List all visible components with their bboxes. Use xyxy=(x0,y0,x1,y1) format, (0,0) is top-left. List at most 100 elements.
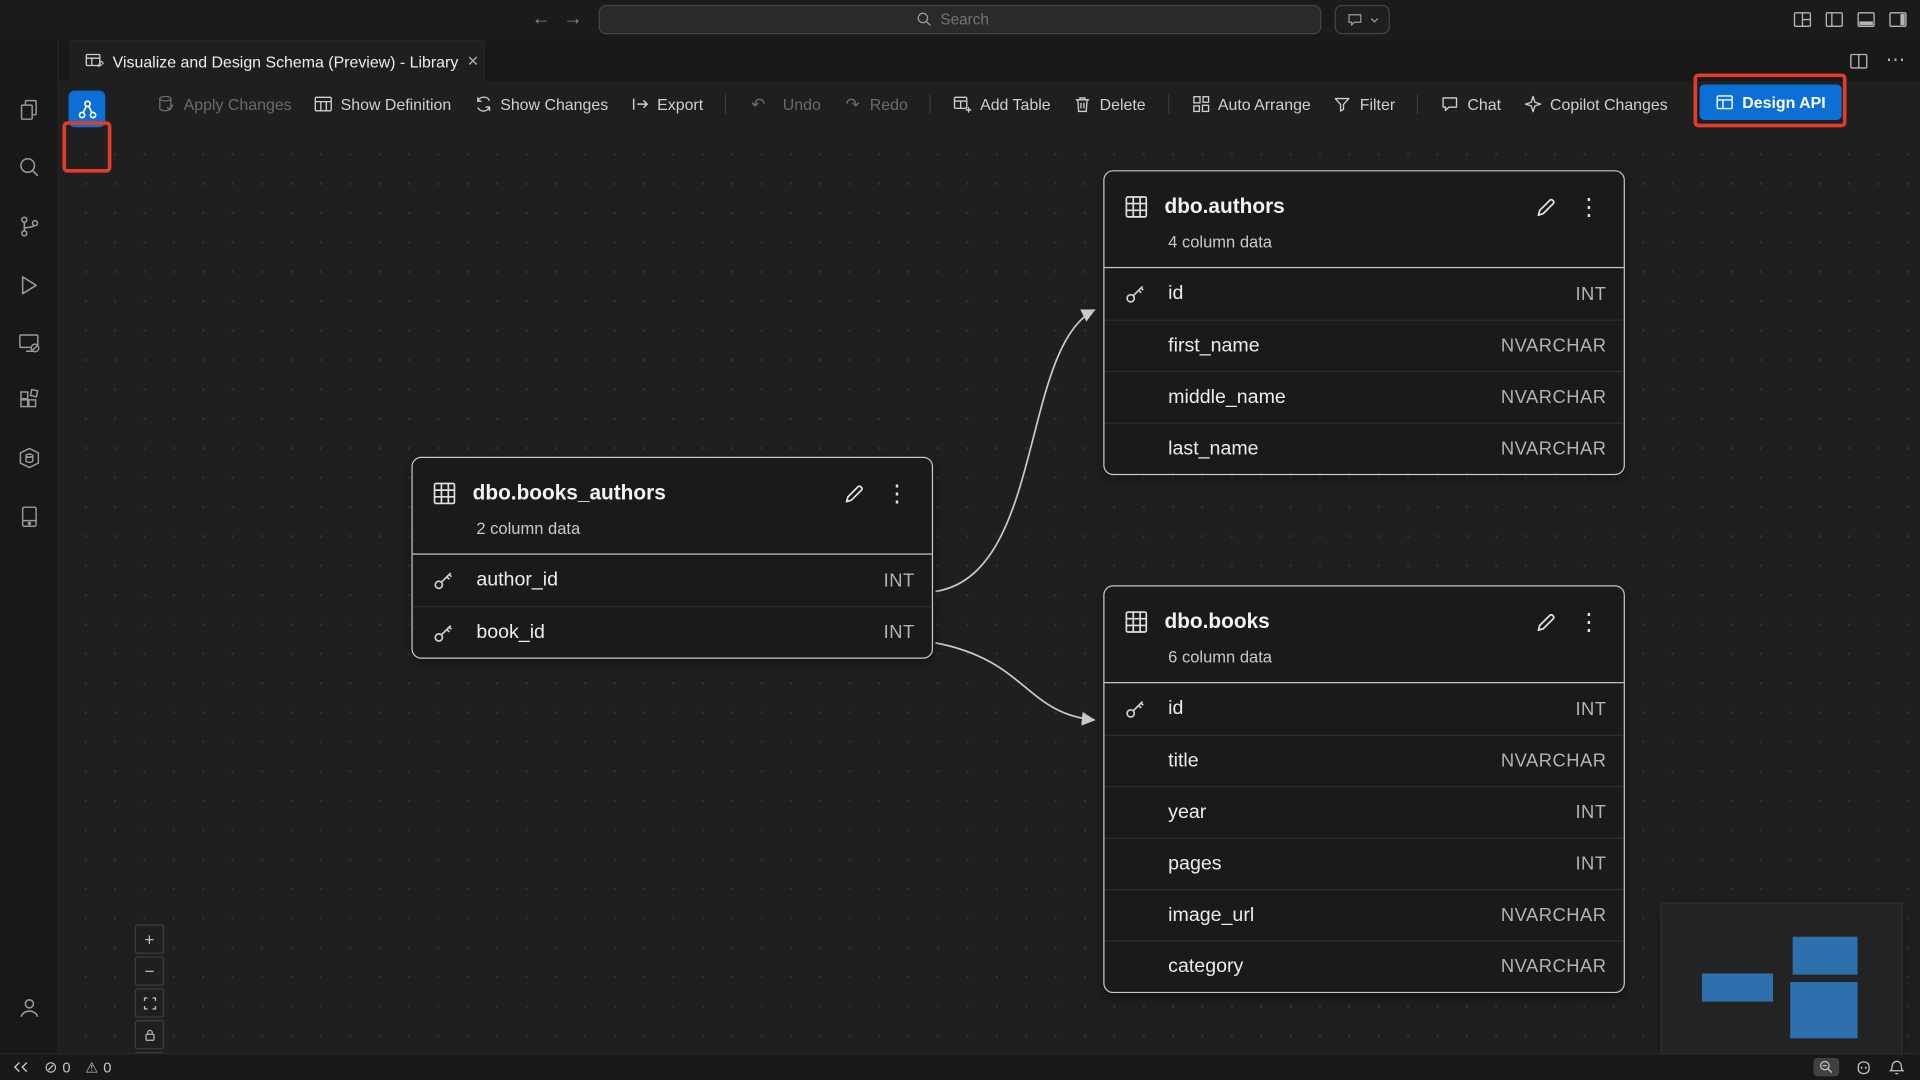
table-icon xyxy=(1124,610,1148,634)
zoom-in-button[interactable]: + xyxy=(135,924,164,953)
key-icon xyxy=(432,621,476,643)
column-row[interactable]: author_id INT xyxy=(413,555,932,606)
vscode-window: ← → xyxy=(0,0,1920,1080)
extensions-icon[interactable] xyxy=(13,384,45,416)
tab-bar-actions: ⋯ xyxy=(1849,40,1905,80)
status-right xyxy=(1813,1058,1920,1076)
toggle-primary-sidebar-icon[interactable] xyxy=(1824,10,1844,30)
column-type: INT xyxy=(884,622,915,643)
column-row[interactable]: pages INT xyxy=(1104,838,1623,889)
table-menu-icon[interactable]: ⋮ xyxy=(1573,195,1604,218)
column-name: year xyxy=(1168,801,1575,823)
key-icon xyxy=(432,569,476,591)
tab-schema-designer[interactable]: Visualize and Design Schema (Preview) - … xyxy=(69,40,485,80)
toggle-panel-icon[interactable] xyxy=(1856,10,1876,30)
column-name: book_id xyxy=(476,621,883,643)
column-type: INT xyxy=(884,570,915,591)
column-list: author_id INT book_id INT xyxy=(413,555,932,658)
schema-designer-icon xyxy=(84,51,104,71)
column-row[interactable]: id INT xyxy=(1104,683,1623,734)
table-node-authors[interactable]: dbo.authors ⋮ 4 column data id INT first… xyxy=(1103,170,1625,475)
source-control-icon[interactable] xyxy=(13,211,45,243)
copilot-status-icon[interactable] xyxy=(1854,1059,1874,1076)
search-input[interactable] xyxy=(940,11,1004,28)
column-type: INT xyxy=(1575,699,1606,720)
accounts-icon[interactable] xyxy=(13,992,45,1024)
tab-label: Visualize and Design Schema (Preview) - … xyxy=(113,52,459,70)
command-center-search[interactable] xyxy=(599,5,1321,34)
column-row[interactable]: image_url NVARCHAR xyxy=(1104,889,1623,940)
minimap-node-books-authors xyxy=(1702,973,1773,1001)
run-debug-icon[interactable] xyxy=(13,269,45,301)
warnings-indicator[interactable]: ⚠ 0 xyxy=(85,1059,111,1076)
database-projects-icon[interactable] xyxy=(13,442,45,474)
column-row[interactable]: year INT xyxy=(1104,786,1623,837)
schema-explorer-icon[interactable] xyxy=(13,501,45,533)
column-name: id xyxy=(1168,698,1575,720)
column-row[interactable]: id INT xyxy=(1104,268,1623,319)
column-name: title xyxy=(1168,750,1501,772)
forward-icon[interactable]: → xyxy=(558,5,587,34)
edit-table-icon[interactable] xyxy=(1534,195,1557,218)
table-icon xyxy=(1124,195,1148,219)
column-name: middle_name xyxy=(1168,386,1501,408)
minimap-node-books xyxy=(1790,982,1857,1038)
column-row[interactable]: book_id INT xyxy=(413,606,932,657)
activity-bar xyxy=(0,40,59,1053)
remote-window-icon[interactable] xyxy=(12,1059,29,1075)
table-node-books[interactable]: dbo.books ⋮ 6 column data id INT title N… xyxy=(1103,585,1625,993)
toggle-secondary-sidebar-icon[interactable] xyxy=(1888,10,1908,30)
warning-count: 0 xyxy=(103,1059,111,1076)
split-editor-icon[interactable] xyxy=(1849,51,1869,71)
column-type: NVARCHAR xyxy=(1501,956,1607,977)
wire-books-authors-to-books xyxy=(936,643,1095,720)
errors-indicator[interactable]: ⊘ 0 xyxy=(44,1059,70,1076)
warning-icon: ⚠ xyxy=(85,1060,98,1075)
search-icon xyxy=(916,11,933,28)
zoom-out-button[interactable]: − xyxy=(135,956,164,985)
edit-table-icon[interactable] xyxy=(1534,610,1557,633)
column-row[interactable]: middle_name NVARCHAR xyxy=(1104,371,1623,422)
edit-table-icon[interactable] xyxy=(842,482,865,505)
tab-close-icon[interactable]: ✕ xyxy=(467,50,479,72)
diagram-canvas[interactable]: dbo.books_authors ⋮ 2 column data author… xyxy=(59,127,1920,1053)
table-name: dbo.authors xyxy=(1164,195,1518,219)
table-menu-icon[interactable]: ⋮ xyxy=(882,482,913,505)
search-sidebar-icon[interactable] xyxy=(13,152,45,184)
customize-layout-icon[interactable] xyxy=(1793,10,1813,30)
notifications-bell-icon[interactable] xyxy=(1888,1059,1905,1076)
status-bar: ⊘ 0 ⚠ 0 xyxy=(0,1053,1920,1080)
error-icon: ⊘ xyxy=(44,1059,57,1075)
wire-books-authors-to-authors xyxy=(936,310,1095,592)
column-type: NVARCHAR xyxy=(1501,387,1607,408)
column-type: NVARCHAR xyxy=(1501,751,1607,772)
column-name: author_id xyxy=(476,569,883,591)
key-icon xyxy=(1124,283,1168,305)
column-row[interactable]: category NVARCHAR xyxy=(1104,940,1623,991)
column-count: 4 column data xyxy=(1104,222,1623,269)
back-icon[interactable]: ← xyxy=(527,5,556,34)
copilot-menu-button[interactable] xyxy=(1335,5,1390,34)
column-name: category xyxy=(1168,956,1501,978)
sql-server-disconnected-icon[interactable] xyxy=(13,327,45,359)
table-header: dbo.books_authors ⋮ xyxy=(413,458,932,508)
column-list: id INT title NVARCHAR year INT pages INT xyxy=(1104,683,1623,992)
fit-view-button[interactable] xyxy=(135,988,164,1017)
column-row[interactable]: last_name NVARCHAR xyxy=(1104,422,1623,473)
table-name: dbo.books_authors xyxy=(473,481,827,505)
column-type: NVARCHAR xyxy=(1501,438,1607,459)
lock-button[interactable] xyxy=(135,1020,164,1049)
column-row[interactable]: title NVARCHAR xyxy=(1104,735,1623,786)
column-count: 6 column data xyxy=(1104,637,1623,684)
more-actions-icon[interactable]: ⋯ xyxy=(1886,51,1906,71)
table-node-books-authors[interactable]: dbo.books_authors ⋮ 2 column data author… xyxy=(411,457,933,659)
table-header: dbo.authors ⋮ xyxy=(1104,171,1623,221)
column-name: id xyxy=(1168,283,1575,305)
editor-tab-bar: Visualize and Design Schema (Preview) - … xyxy=(59,40,1920,80)
column-row[interactable]: first_name NVARCHAR xyxy=(1104,320,1623,371)
relationship-wires xyxy=(59,81,1920,1053)
title-bar: ← → xyxy=(0,0,1920,40)
explorer-icon[interactable] xyxy=(13,94,45,126)
table-menu-icon[interactable]: ⋮ xyxy=(1573,610,1604,633)
zoom-indicator[interactable] xyxy=(1813,1058,1839,1076)
